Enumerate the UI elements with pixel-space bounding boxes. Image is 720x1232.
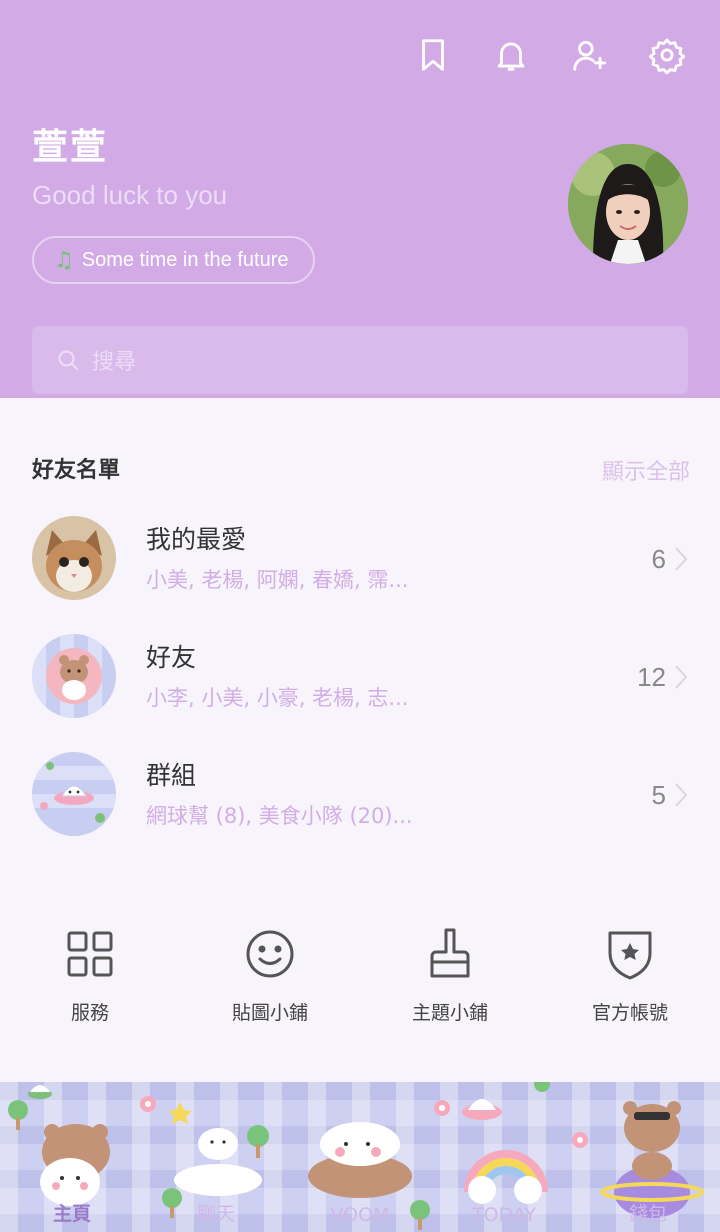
header-actions: [412, 34, 688, 76]
row-count: 6: [651, 544, 666, 574]
list-item-groups[interactable]: 群組 網球幫 (8), 美食小隊 (20)... 5: [0, 752, 720, 870]
row-title: 群組: [146, 761, 197, 790]
chevron-right-icon: [675, 783, 688, 807]
profile-header: 萱萱 Good luck to you ♫ Some time in the f…: [0, 0, 720, 398]
service-label: 官方帳號: [591, 1002, 668, 1024]
list-item-favorites[interactable]: 我的最愛 小美, 老楊, 阿嫻, 春嬌, 霈... 6: [0, 516, 720, 634]
profile-avatar[interactable]: [568, 144, 688, 264]
chevron-right-icon: [675, 665, 688, 689]
row-count: 5: [651, 780, 666, 810]
row-count: 12: [637, 662, 666, 692]
search-placeholder: 搜尋: [92, 350, 137, 375]
service-label: 服務: [70, 1002, 109, 1024]
cat-photo-avatar: [32, 516, 116, 600]
search-icon: [58, 350, 79, 371]
tab-wallet[interactable]: 錢包: [576, 1199, 720, 1226]
ufo-sticker-avatar: [32, 752, 116, 836]
row-subtitle: 小李, 小美, 小豪, 老楊, 志...: [146, 686, 409, 710]
list-item-friends[interactable]: 好友 小李, 小美, 小豪, 老楊, 志... 12: [0, 634, 720, 752]
tab-home[interactable]: 主頁: [0, 1199, 144, 1226]
music-title: Some time in the future: [81, 248, 289, 271]
tab-today[interactable]: TODAY: [432, 1204, 576, 1226]
brush-icon: [422, 924, 478, 984]
music-note-icon: ♫: [54, 247, 74, 273]
smiley-icon: [242, 924, 298, 984]
row-subtitle: 小美, 老楊, 阿嫻, 春嬌, 霈...: [146, 568, 409, 592]
service-label: 主題小鋪: [411, 1002, 488, 1024]
bear-sticker-avatar: [32, 634, 116, 718]
service-item-official-accounts[interactable]: 官方帳號: [540, 924, 720, 1034]
bell-icon[interactable]: [490, 34, 532, 76]
service-item-sticker-shop[interactable]: 貼圖小鋪: [180, 924, 360, 1034]
service-item-theme-shop[interactable]: 主題小鋪: [360, 924, 540, 1034]
row-subtitle: 網球幫 (8), 美食小隊 (20)...: [146, 804, 413, 828]
chevron-right-icon: [675, 547, 688, 571]
show-all-link[interactable]: 顯示全部: [602, 454, 690, 486]
profile-name[interactable]: 萱萱: [32, 118, 108, 170]
tab-chats[interactable]: 聊天: [144, 1199, 288, 1226]
row-title: 我的最愛: [146, 525, 247, 554]
grid-icon: [62, 924, 118, 984]
services-row: 服務 貼圖小鋪 主題小鋪 官方帳號: [0, 924, 720, 1034]
tab-voom[interactable]: VOOM: [288, 1204, 432, 1226]
bottom-tab-bar: 主頁 聊天 VOOM TODAY 錢包: [0, 1082, 720, 1232]
add-friend-icon[interactable]: [568, 34, 610, 76]
profile-music-pill[interactable]: ♫ Some time in the future: [32, 236, 315, 284]
status-message[interactable]: Good luck to you: [32, 180, 227, 211]
search-bar[interactable]: 搜尋: [32, 326, 688, 394]
shield-star-icon: [602, 924, 658, 984]
row-title: 好友: [146, 643, 197, 672]
service-item-services[interactable]: 服務: [0, 924, 180, 1034]
settings-gear-icon[interactable]: [646, 34, 688, 76]
service-label: 貼圖小鋪: [231, 1002, 308, 1024]
friends-section-title: 好友名單: [32, 458, 121, 483]
bookmark-icon[interactable]: [412, 34, 454, 76]
